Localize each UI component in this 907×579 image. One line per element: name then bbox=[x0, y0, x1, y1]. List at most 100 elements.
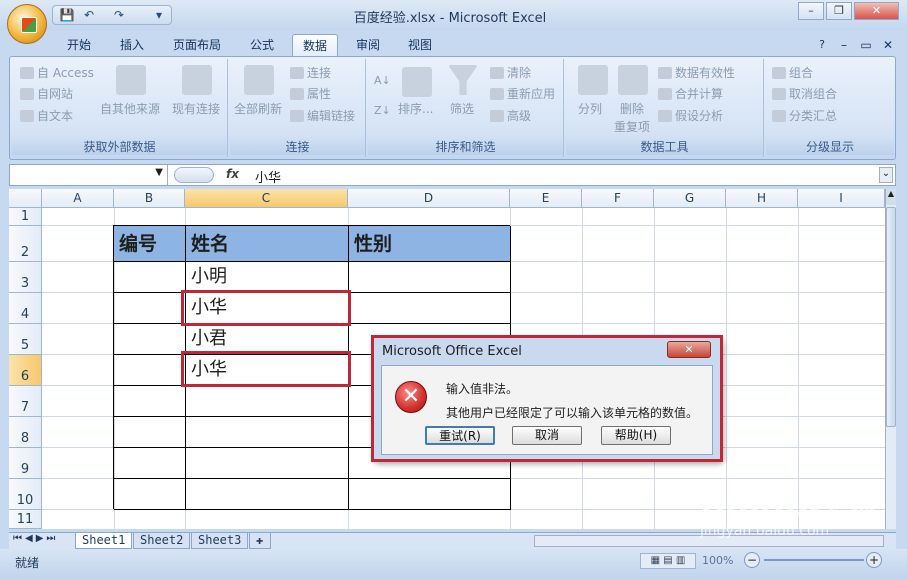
sheet-tab[interactable]: Sheet3 bbox=[191, 533, 249, 549]
name-cell[interactable] bbox=[186, 417, 349, 448]
table-cell[interactable] bbox=[114, 448, 186, 479]
clear-button[interactable]: 清除 bbox=[490, 65, 531, 81]
chevron-down-icon[interactable]: ▼ bbox=[155, 167, 163, 178]
header-cell-id[interactable]: 编号 bbox=[114, 226, 186, 262]
ribbon-minimize-icon[interactable]: – bbox=[834, 34, 854, 56]
tab-view[interactable]: 视图 bbox=[398, 34, 442, 56]
header-cell-gender[interactable]: 性别 bbox=[349, 226, 511, 262]
other-sources-button[interactable]: 自其他来源 bbox=[100, 101, 160, 117]
cancel-button[interactable]: 取消 bbox=[512, 426, 582, 445]
group-button[interactable]: 组合 bbox=[772, 65, 813, 81]
scroll-up-icon[interactable]: ▲ bbox=[886, 189, 896, 205]
undo-icon[interactable]: ↶ bbox=[81, 8, 97, 22]
filter-button[interactable]: 筛选 bbox=[450, 101, 474, 117]
table-cell[interactable] bbox=[349, 293, 511, 324]
from-access-button[interactable]: 自 Access bbox=[20, 65, 94, 81]
row-header[interactable]: 8 bbox=[9, 417, 42, 448]
table-cell[interactable] bbox=[349, 479, 511, 510]
sort-ascending-icon[interactable]: A↓ bbox=[374, 73, 391, 89]
sheet-tab[interactable]: Sheet1 bbox=[75, 533, 133, 549]
row-header[interactable]: 9 bbox=[9, 448, 42, 479]
insert-sheet-icon[interactable]: ✚ bbox=[249, 533, 271, 549]
tab-formulas[interactable]: 公式 bbox=[240, 34, 284, 56]
table-cell[interactable] bbox=[114, 479, 186, 510]
column-header[interactable]: D bbox=[348, 189, 510, 208]
table-cell[interactable] bbox=[114, 293, 186, 324]
row-header[interactable]: 4 bbox=[9, 293, 42, 324]
name-box[interactable]: ▼ bbox=[10, 165, 168, 185]
ribbon-restore-icon[interactable]: ▭ bbox=[856, 34, 876, 56]
sort-descending-icon[interactable]: Z↓ bbox=[374, 103, 391, 119]
edit-links-button[interactable]: 编辑链接 bbox=[290, 108, 355, 124]
data-validation-button[interactable]: 数据有效性 bbox=[658, 65, 735, 81]
text-to-columns-button[interactable]: 分列 bbox=[578, 101, 602, 117]
tab-page-layout[interactable]: 页面布局 bbox=[162, 34, 232, 56]
tab-data[interactable]: 数据 bbox=[292, 34, 338, 56]
row-header[interactable]: 7 bbox=[9, 386, 42, 417]
sort-button[interactable]: 排序... bbox=[398, 101, 433, 117]
restore-button[interactable]: ❐ bbox=[826, 2, 852, 20]
tab-insert[interactable]: 插入 bbox=[110, 34, 154, 56]
close-button[interactable]: ✕ bbox=[854, 2, 899, 20]
table-cell[interactable] bbox=[114, 262, 186, 293]
column-header[interactable]: F bbox=[582, 189, 654, 208]
name-cell[interactable] bbox=[186, 448, 349, 479]
ungroup-button[interactable]: 取消组合 bbox=[772, 86, 837, 102]
existing-connections-button[interactable]: 现有连接 bbox=[172, 101, 220, 117]
zoom-out-icon[interactable]: − bbox=[744, 552, 760, 568]
column-header[interactable]: I bbox=[798, 189, 885, 208]
zoom-in-icon[interactable]: + bbox=[866, 552, 882, 568]
customize-qat-icon[interactable]: ▾ bbox=[151, 8, 167, 22]
from-web-button[interactable]: 自网站 bbox=[20, 86, 73, 102]
column-header[interactable]: A bbox=[42, 189, 114, 208]
refresh-all-button[interactable]: 全部刷新 bbox=[234, 101, 282, 117]
minimize-button[interactable]: – bbox=[798, 2, 824, 20]
tab-review[interactable]: 审阅 bbox=[346, 34, 390, 56]
zoom-level[interactable]: 100% bbox=[702, 554, 733, 567]
help-button[interactable]: 帮助(H) bbox=[601, 426, 671, 445]
remove-duplicates-button[interactable]: 删除 bbox=[620, 101, 644, 117]
name-cell[interactable]: 小华 bbox=[186, 293, 349, 324]
name-cell[interactable]: 小华 bbox=[186, 355, 349, 386]
tab-home[interactable]: 开始 bbox=[57, 34, 101, 56]
reapply-button[interactable]: 重新应用 bbox=[490, 86, 555, 102]
name-cell[interactable] bbox=[186, 386, 349, 417]
row-header[interactable]: 6 bbox=[9, 355, 42, 386]
sheet-tab[interactable]: Sheet2 bbox=[133, 533, 191, 549]
formula-input[interactable]: 小华 bbox=[255, 167, 281, 186]
row-header[interactable]: 5 bbox=[9, 324, 42, 355]
column-header[interactable]: C bbox=[185, 189, 348, 208]
header-cell-name[interactable]: 姓名 bbox=[186, 226, 349, 262]
table-cell[interactable] bbox=[349, 262, 511, 293]
help-icon[interactable]: ? bbox=[812, 34, 832, 56]
column-header[interactable]: E bbox=[510, 189, 582, 208]
column-header[interactable]: B bbox=[114, 189, 185, 208]
formula-expand-handle[interactable] bbox=[174, 167, 214, 183]
expand-formula-icon[interactable]: ⌄ bbox=[879, 167, 893, 183]
row-header[interactable]: 1 bbox=[9, 208, 42, 226]
table-cell[interactable] bbox=[114, 386, 186, 417]
save-icon[interactable]: 💾 bbox=[59, 8, 75, 22]
subtotal-button[interactable]: 分类汇总 bbox=[772, 108, 837, 124]
column-header[interactable]: H bbox=[726, 189, 798, 208]
name-cell[interactable]: 小明 bbox=[186, 262, 349, 293]
sheet-navigation-icons[interactable]: ⏮◀▶⏭ bbox=[13, 533, 73, 549]
row-header[interactable]: 11 bbox=[9, 510, 42, 529]
table-cell[interactable] bbox=[114, 355, 186, 386]
row-header[interactable]: 10 bbox=[9, 479, 42, 510]
zoom-slider[interactable] bbox=[764, 559, 864, 561]
advanced-button[interactable]: 高级 bbox=[490, 108, 531, 124]
column-header[interactable]: G bbox=[654, 189, 726, 208]
consolidate-button[interactable]: 合并计算 bbox=[658, 86, 723, 102]
ribbon-close-icon[interactable]: ✕ bbox=[878, 34, 898, 56]
row-header[interactable]: 2 bbox=[9, 226, 42, 262]
name-cell[interactable] bbox=[186, 479, 349, 510]
scroll-thumb[interactable] bbox=[886, 207, 896, 427]
office-button[interactable] bbox=[7, 4, 47, 44]
what-if-button[interactable]: 假设分析 bbox=[658, 108, 723, 124]
row-header[interactable]: 3 bbox=[9, 262, 42, 293]
redo-icon[interactable]: ↷ bbox=[111, 8, 127, 22]
properties-button[interactable]: 属性 bbox=[290, 86, 331, 102]
retry-button[interactable]: 重试(R) bbox=[425, 426, 495, 445]
table-cell[interactable] bbox=[114, 417, 186, 448]
